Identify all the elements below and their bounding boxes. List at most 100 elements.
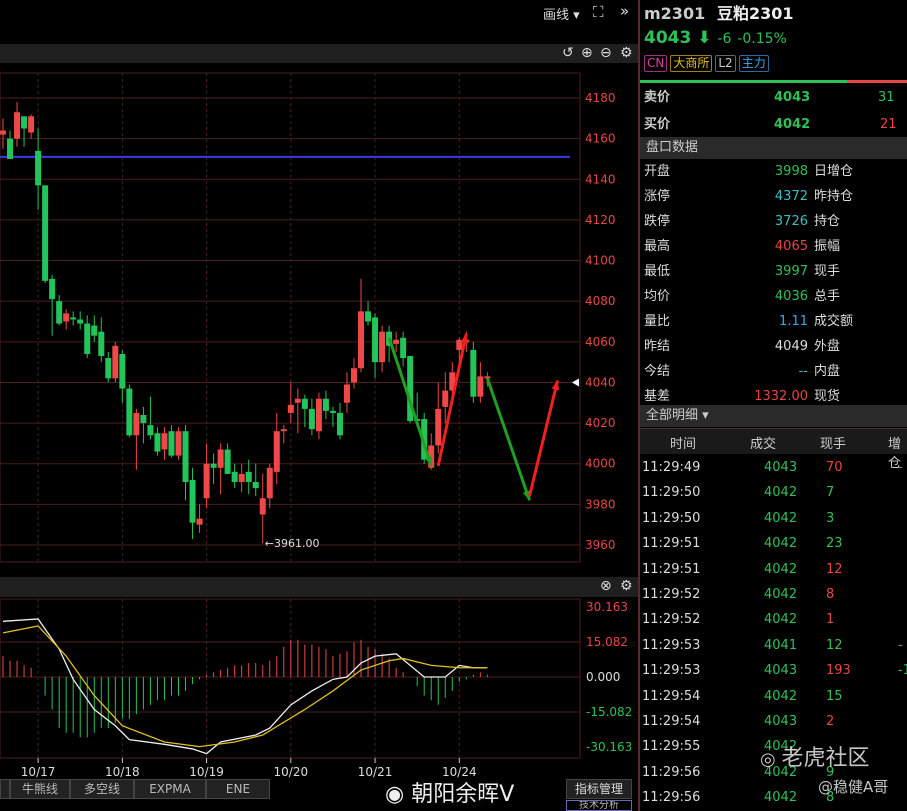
stat-label-secondary: 现货 [814, 389, 841, 404]
trade-price: 4043 [764, 460, 798, 475]
badge-exchange: 大商所 [670, 55, 713, 72]
dif-line [2, 618, 488, 755]
low-price-annotation: ←3961.00 [265, 537, 320, 550]
weibo-watermark: ◉ 朝阳余晖V [385, 776, 514, 808]
macd-tick-label: -30.163 [586, 740, 632, 754]
macd-chart[interactable]: 30.163 15.082 0.000 -15.082 -30.163 10/17 10/1… [0, 597, 638, 779]
stat-value: 4372 [774, 189, 808, 204]
price-tick-label: 4040 [585, 375, 616, 389]
trend-arrow [485, 377, 531, 501]
candlestick-chart[interactable]: 4180 4160 4140 4120 4100 4080 4060 4040 4020 4000… [0, 63, 638, 577]
trade-volume: 70 [826, 460, 843, 475]
header-volume: 现手 [820, 437, 847, 452]
tab-expma[interactable]: EXPMA [134, 779, 206, 799]
trade-time: 11:29:54 [642, 714, 701, 729]
candle [49, 278, 56, 300]
candle [477, 376, 484, 397]
trade-volume: 3 [826, 511, 835, 526]
undo-icon[interactable]: ↺ [562, 45, 574, 62]
date-label: 10/20 [274, 765, 309, 779]
stat-label: 今结 [644, 364, 671, 379]
candle [287, 404, 294, 413]
ask-volume: 31 [878, 90, 895, 105]
indicator-manage-button[interactable]: 指标管理 [566, 779, 632, 799]
candle [21, 116, 28, 129]
trade-volume: 15 [826, 689, 843, 704]
trade-price: 4042 [764, 587, 798, 602]
stat-label: 跌停 [644, 214, 671, 229]
draw-line-dropdown[interactable]: 画线 ▾ [543, 4, 580, 23]
stat-label: 昨结 [644, 339, 671, 354]
trade-oi-change: - [898, 460, 903, 475]
fullscreen-icon[interactable]: ⛶ [593, 3, 604, 21]
candle [175, 431, 182, 456]
candle [154, 433, 161, 452]
badge-l2: L2 [715, 55, 736, 72]
stat-label: 基差 [644, 389, 671, 404]
header-time: 时间 [670, 437, 697, 452]
gear-icon[interactable]: ⚙ [620, 45, 633, 62]
price-tick-label: 4160 [585, 132, 616, 146]
stat-label-secondary: 日增仓 [814, 164, 854, 179]
trade-time: 11:29:50 [642, 511, 701, 526]
tab-long-short[interactable]: 多空线 [70, 779, 134, 799]
tiger-watermark: ◎ 老虎社区 [760, 740, 869, 772]
section-all-trades[interactable]: 全部明细 ▾ [640, 405, 907, 427]
trades-header: 时间 成交 现手 增仓 [640, 428, 907, 471]
contract-name: 豆粕2301 [717, 4, 794, 23]
trade-price: 4042 [764, 485, 798, 500]
candle [351, 368, 357, 383]
candle [315, 398, 322, 432]
close-icon[interactable]: ⊗ [600, 578, 612, 595]
candle [0, 130, 6, 135]
date-label: 10/18 [105, 765, 140, 779]
stat-label-secondary: 昨持仓 [814, 189, 854, 204]
double-chevron-right-icon[interactable]: » [620, 2, 629, 20]
candle [126, 388, 133, 436]
candle [442, 390, 449, 407]
candle [252, 482, 259, 489]
weibo-icon: ◉ [385, 782, 412, 807]
technical-analysis-tab[interactable]: 技术分析 [566, 800, 632, 811]
stat-label-secondary: 持仓 [814, 214, 841, 229]
tab-ene[interactable]: ENE [206, 779, 270, 799]
date-label: 10/17 [21, 765, 56, 779]
trade-row: 11:29:50 4042 7 [640, 481, 907, 505]
candle [84, 323, 91, 355]
trade-time: 11:29:50 [642, 485, 701, 500]
zoom-out-icon[interactable]: ⊖ [600, 45, 612, 62]
candle [294, 398, 301, 403]
stat-label: 涨停 [644, 189, 671, 204]
trade-volume: 12 [826, 638, 843, 653]
tab-hidden[interactable] [0, 779, 10, 799]
stat-label: 最低 [644, 264, 671, 279]
candle [372, 317, 379, 363]
gear-icon[interactable]: ⚙ [620, 578, 633, 595]
ask-price: 4043 [774, 90, 811, 105]
stat-label-secondary: 成交额 [814, 314, 854, 329]
tab-bull-bear[interactable]: 牛熊线 [10, 779, 70, 799]
trade-row: 11:29:51 4042 12 [640, 558, 907, 582]
stat-label: 开盘 [644, 164, 671, 179]
price-tick-label: 4000 [585, 457, 616, 471]
buy-ratio-fill [640, 80, 848, 83]
trade-time: 11:29:49 [642, 460, 701, 475]
macd-tick-label: 30.163 [586, 600, 628, 614]
zoom-in-icon[interactable]: ⊕ [581, 45, 593, 62]
trade-volume: 2 [826, 714, 835, 729]
candle [14, 112, 21, 139]
header-price: 成交 [750, 437, 777, 452]
tiger-logo-icon: ◎ [760, 749, 782, 770]
price-tick-label: 4080 [585, 294, 616, 308]
candle [400, 337, 407, 359]
last-price: 4043 [644, 28, 692, 48]
trade-row: 11:29:53 4043 193 -1 [640, 659, 907, 683]
stat-value: 1.11 [779, 314, 808, 329]
candle [42, 185, 49, 281]
candle [105, 358, 112, 379]
trade-row: 11:29:49 4043 70 - [640, 456, 907, 480]
section-orderbook-data[interactable]: 盘口数据 [640, 137, 907, 159]
badges: CN 大商所 L2 主力 [644, 54, 772, 74]
stat-label-secondary: 内盘 [814, 364, 841, 379]
candle [273, 431, 280, 472]
